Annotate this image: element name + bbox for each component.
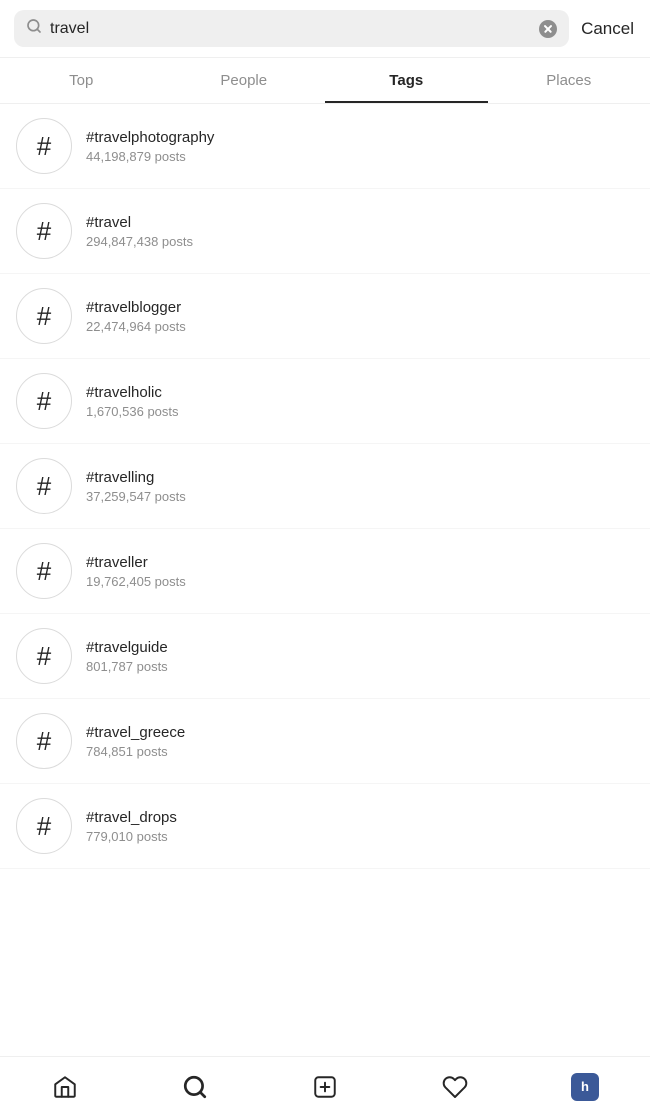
tag-info: #travelholic 1,670,536 posts — [86, 384, 179, 419]
tag-info: #travel_drops 779,010 posts — [86, 809, 177, 844]
hash-icon: # — [37, 218, 51, 244]
hash-icon: # — [37, 813, 51, 839]
tag-count: 801,787 posts — [86, 659, 168, 674]
hash-icon: # — [37, 133, 51, 159]
tag-count: 294,847,438 posts — [86, 234, 193, 249]
tabs-bar: Top People Tags Places — [0, 58, 650, 104]
tag-icon-circle: # — [16, 628, 72, 684]
tag-item[interactable]: # #travel_drops 779,010 posts — [0, 784, 650, 869]
hash-icon: # — [37, 643, 51, 669]
tag-icon-circle: # — [16, 458, 72, 514]
tag-count: 779,010 posts — [86, 829, 177, 844]
tag-name: #travelling — [86, 469, 186, 486]
tag-info: #travel_greece 784,851 posts — [86, 724, 185, 759]
tag-item[interactable]: # #travel_greece 784,851 posts — [0, 699, 650, 784]
tag-name: #traveller — [86, 554, 186, 571]
nav-activity-button[interactable] — [430, 1062, 480, 1112]
hash-icon: # — [37, 388, 51, 414]
tag-item[interactable]: # #travelblogger 22,474,964 posts — [0, 274, 650, 359]
tag-icon-circle: # — [16, 713, 72, 769]
nav-search-button[interactable] — [170, 1062, 220, 1112]
tag-count: 784,851 posts — [86, 744, 185, 759]
search-input[interactable]: travel — [50, 20, 531, 38]
nav-add-button[interactable] — [300, 1062, 350, 1112]
tag-icon-circle: # — [16, 798, 72, 854]
tag-item[interactable]: # #travelling 37,259,547 posts — [0, 444, 650, 529]
cancel-button[interactable]: Cancel — [579, 19, 636, 39]
hash-icon: # — [37, 473, 51, 499]
tag-count: 19,762,405 posts — [86, 574, 186, 589]
tag-name: #travelblogger — [86, 299, 186, 316]
tab-people[interactable]: People — [163, 58, 326, 103]
tag-count: 1,670,536 posts — [86, 404, 179, 419]
hash-icon: # — [37, 558, 51, 584]
tag-count: 44,198,879 posts — [86, 149, 214, 164]
tag-icon-circle: # — [16, 203, 72, 259]
tag-item[interactable]: # #travelholic 1,670,536 posts — [0, 359, 650, 444]
tag-name: #travel_greece — [86, 724, 185, 741]
tag-results: # #travelphotography 44,198,879 posts # … — [0, 104, 650, 939]
nav-home-button[interactable] — [40, 1062, 90, 1112]
tag-name: #travel_drops — [86, 809, 177, 826]
tag-info: #travel 294,847,438 posts — [86, 214, 193, 249]
tag-item[interactable]: # #travel 294,847,438 posts — [0, 189, 650, 274]
hash-icon: # — [37, 728, 51, 754]
tag-info: #travelphotography 44,198,879 posts — [86, 129, 214, 164]
tag-info: #travelling 37,259,547 posts — [86, 469, 186, 504]
tag-name: #travelguide — [86, 639, 168, 656]
bottom-nav: h — [0, 1056, 650, 1116]
tag-count: 37,259,547 posts — [86, 489, 186, 504]
tag-item[interactable]: # #travelguide 801,787 posts — [0, 614, 650, 699]
search-input-wrapper: travel — [14, 10, 569, 47]
tag-icon-circle: # — [16, 118, 72, 174]
tag-icon-circle: # — [16, 373, 72, 429]
profile-icon: h — [571, 1073, 599, 1101]
search-icon — [26, 18, 42, 39]
tab-tags[interactable]: Tags — [325, 58, 488, 103]
hash-icon: # — [37, 303, 51, 329]
tag-info: #traveller 19,762,405 posts — [86, 554, 186, 589]
tag-icon-circle: # — [16, 543, 72, 599]
tab-top[interactable]: Top — [0, 58, 163, 103]
tag-item[interactable]: # #travelphotography 44,198,879 posts — [0, 104, 650, 189]
search-bar: travel Cancel — [0, 0, 650, 58]
tag-name: #travelholic — [86, 384, 179, 401]
tag-icon-circle: # — [16, 288, 72, 344]
tag-list: # #travelphotography 44,198,879 posts # … — [0, 104, 650, 869]
clear-button[interactable] — [539, 20, 557, 38]
tag-info: #travelguide 801,787 posts — [86, 639, 168, 674]
tag-count: 22,474,964 posts — [86, 319, 186, 334]
tag-info: #travelblogger 22,474,964 posts — [86, 299, 186, 334]
tag-name: #travelphotography — [86, 129, 214, 146]
nav-profile-button[interactable]: h — [560, 1062, 610, 1112]
tag-name: #travel — [86, 214, 193, 231]
tag-item[interactable]: # #traveller 19,762,405 posts — [0, 529, 650, 614]
tab-places[interactable]: Places — [488, 58, 650, 103]
